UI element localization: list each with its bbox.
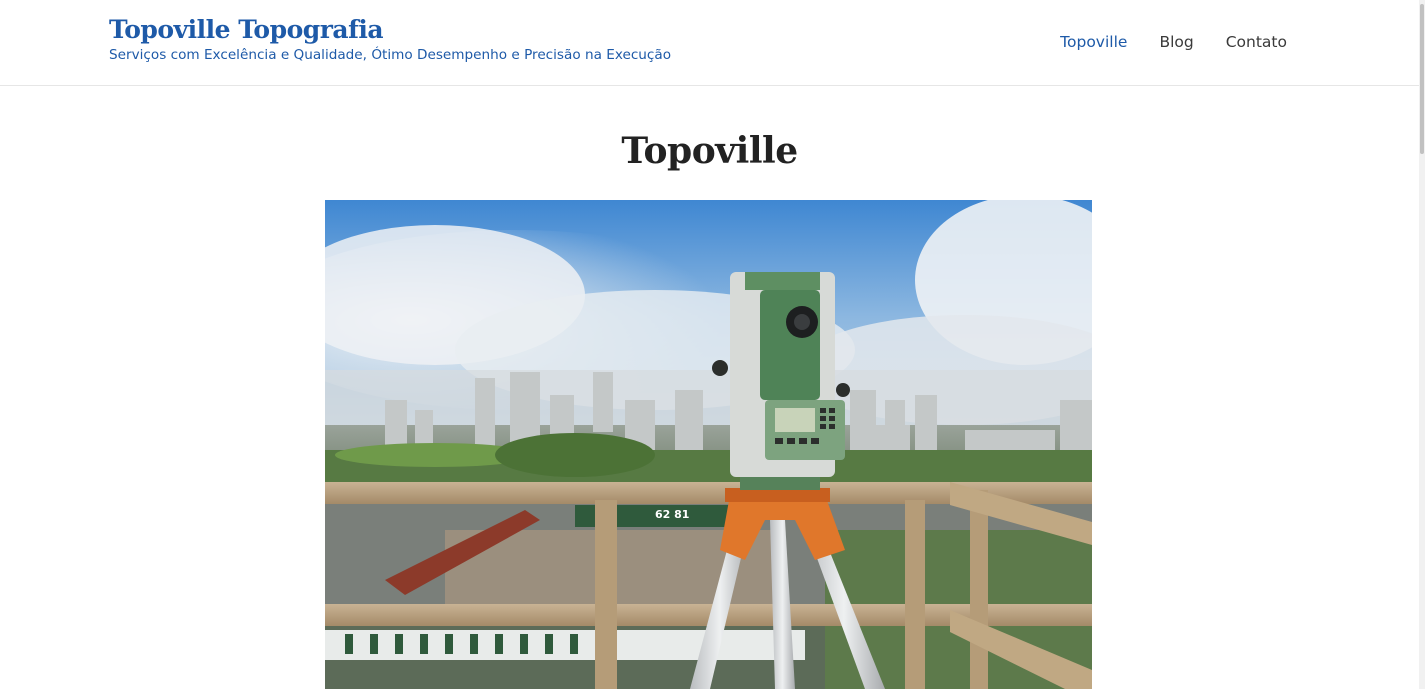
- hero-photo-svg: 62 81: [325, 200, 1092, 689]
- scrollbar-thumb[interactable]: [1420, 4, 1424, 154]
- nav-item-blog[interactable]: Blog: [1159, 31, 1193, 53]
- page-title: Topoville: [621, 130, 798, 172]
- site-header: Topoville Topografia Serviços com Excelê…: [0, 0, 1419, 86]
- instrument-handle: [745, 272, 820, 290]
- railing-post: [595, 500, 617, 689]
- page-scrollbar[interactable]: [1419, 0, 1425, 689]
- site-title-link[interactable]: Topoville Topografia: [109, 14, 671, 46]
- lcd-screen: [775, 408, 815, 432]
- brand: Topoville Topografia Serviços com Excelê…: [109, 14, 671, 63]
- railing-post: [970, 490, 988, 689]
- focus-knob: [836, 383, 850, 397]
- railing-post: [905, 500, 925, 689]
- nav-item-topoville[interactable]: Topoville: [1060, 31, 1127, 53]
- main-nav: Topoville Blog Contato: [1060, 31, 1287, 53]
- fog-band: [325, 370, 1092, 430]
- tripod-plate: [725, 488, 830, 502]
- instrument-telescope: [760, 290, 820, 400]
- focus-knob: [712, 360, 728, 376]
- nav-item-contato[interactable]: Contato: [1226, 31, 1287, 53]
- lens-inner: [794, 314, 810, 330]
- trees: [495, 433, 655, 477]
- hero-image: 62 81: [325, 200, 1092, 689]
- site-tagline: Serviços com Excelência e Qualidade, Óti…: [109, 47, 672, 63]
- building-number: 62 81: [655, 508, 689, 521]
